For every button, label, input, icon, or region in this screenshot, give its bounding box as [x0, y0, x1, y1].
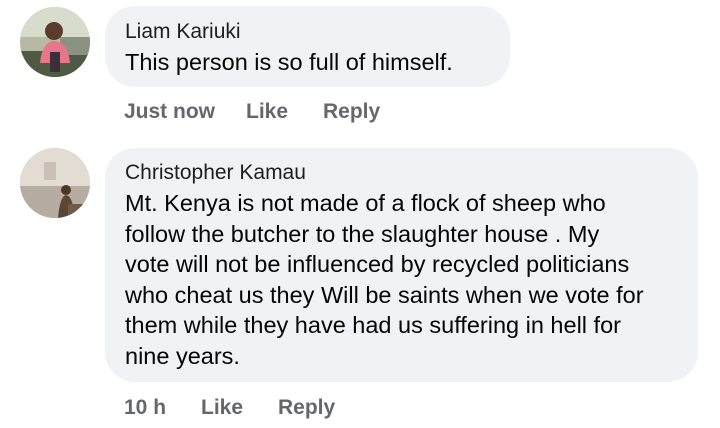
comment-text-line: follow the butcher to the slaughter hous…: [125, 220, 600, 247]
comment-text-line: who cheat us they Will be saints when we…: [125, 281, 644, 308]
reply-button[interactable]: Reply: [323, 100, 380, 124]
comment-text-line: vote will not be influenced by recycled …: [125, 251, 630, 277]
comment-text: Mt. Kenya is not made of a flock of shee…: [125, 188, 698, 371]
like-button[interactable]: Like: [246, 100, 288, 124]
avatar[interactable]: [20, 148, 90, 218]
comment-author[interactable]: Christopher Kamau: [125, 160, 698, 185]
comment-bubble: Liam Kariuki This person is so full of h…: [105, 6, 510, 87]
like-button[interactable]: Like: [201, 396, 243, 420]
comment-timestamp[interactable]: 10 h: [124, 396, 166, 420]
comment-thread: Liam Kariuki This person is so full of h…: [0, 0, 720, 428]
comment-bubble: Christopher Kamau Mt. Kenya is not made …: [105, 148, 698, 382]
profile-photo: [20, 148, 90, 218]
profile-photo: [20, 7, 90, 77]
comment-text-line: them while they have had us suffering in…: [125, 312, 621, 338]
comment-author[interactable]: Liam Kariuki: [125, 19, 510, 44]
reply-button[interactable]: Reply: [278, 396, 335, 420]
comment-text-line: nine years.: [125, 342, 240, 369]
comment-text-line: Mt. Kenya is not made of a flock of shee…: [125, 190, 606, 216]
avatar[interactable]: [20, 7, 90, 77]
comment-text: This person is so full of himself.: [125, 49, 453, 75]
comment-timestamp[interactable]: Just now: [124, 100, 215, 124]
